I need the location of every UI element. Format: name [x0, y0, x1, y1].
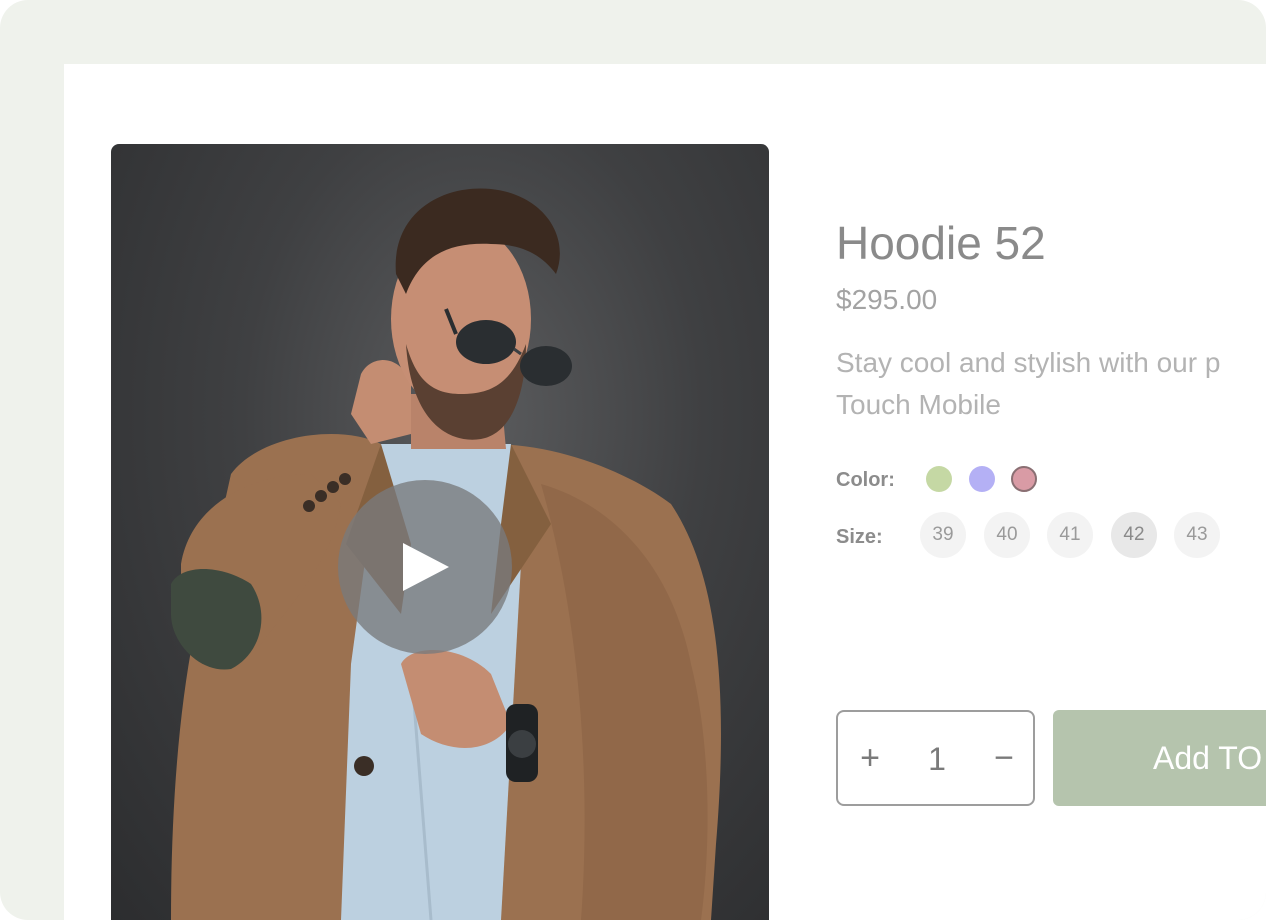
increment-button[interactable]: +: [850, 732, 890, 784]
size-label: Size:: [836, 526, 883, 548]
decrement-button[interactable]: −: [984, 732, 1024, 784]
color-swatch-pink[interactable]: [1011, 466, 1037, 492]
description-line: Stay cool and stylish with our p: [836, 347, 1221, 378]
color-swatch-green[interactable]: [926, 466, 952, 492]
page-frame: Hoodie 52 $295.00 Stay cool and stylish …: [0, 0, 1266, 920]
play-icon: [403, 543, 449, 591]
size-option-41[interactable]: 41: [1047, 512, 1093, 558]
quantity-value[interactable]: 1: [912, 734, 962, 784]
product-card: Hoodie 52 $295.00 Stay cool and stylish …: [64, 64, 1266, 920]
product-media[interactable]: [111, 144, 769, 920]
color-label: Color:: [836, 469, 895, 491]
description-line: Touch Mobile: [836, 389, 1001, 420]
quantity-stepper: + 1 −: [836, 710, 1035, 806]
play-video-button[interactable]: [338, 480, 512, 654]
size-option-42[interactable]: 42: [1111, 512, 1157, 558]
add-to-cart-button[interactable]: Add TO: [1053, 710, 1266, 806]
product-info: Hoodie 52 $295.00 Stay cool and stylish …: [836, 64, 1266, 920]
size-option-40[interactable]: 40: [984, 512, 1030, 558]
product-price: $295.00: [836, 284, 938, 315]
product-title: Hoodie 52: [836, 217, 1046, 269]
size-option-43[interactable]: 43: [1174, 512, 1220, 558]
size-option-39[interactable]: 39: [920, 512, 966, 558]
product-description: Stay cool and stylish with our p Touch M…: [836, 342, 1266, 426]
color-swatch-lavender[interactable]: [969, 466, 995, 492]
